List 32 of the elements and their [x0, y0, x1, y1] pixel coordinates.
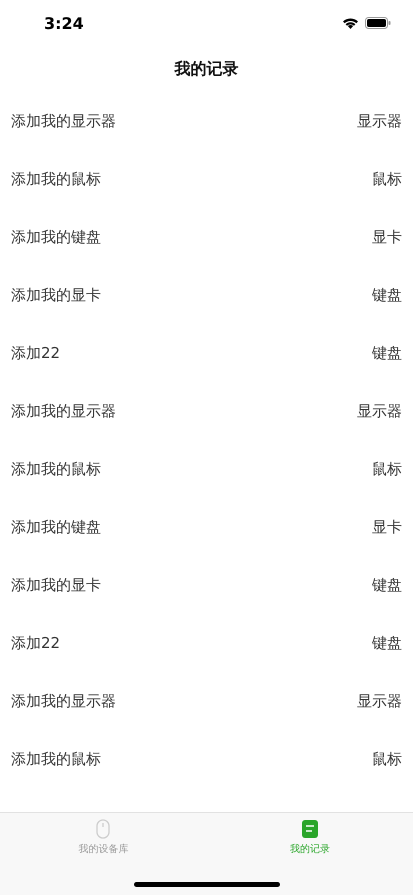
record-name: 添加我的键盘 — [11, 228, 101, 246]
record-category: 鼠标 — [372, 170, 402, 188]
wifi-icon — [342, 17, 359, 29]
record-category: 鼠标 — [372, 460, 402, 478]
record-category: 键盘 — [372, 634, 402, 652]
record-name: 添加我的鼠标 — [11, 750, 101, 768]
record-name: 添加我的显示器 — [11, 112, 116, 130]
record-name: 添加我的鼠标 — [11, 460, 101, 478]
page-title: 我的记录 — [174, 58, 238, 80]
mouse-icon — [96, 818, 110, 838]
record-category: 键盘 — [372, 576, 402, 594]
status-time: 3:24 — [44, 14, 84, 32]
record-category: 键盘 — [372, 344, 402, 362]
tab[interactable]: 我的记录 — [206, 813, 413, 861]
record-category: 键盘 — [372, 286, 402, 304]
record-category: 显卡 — [372, 518, 402, 536]
record-name: 添加22 — [11, 634, 60, 652]
record-name: 添加我的显示器 — [11, 402, 116, 420]
record-category: 显示器 — [357, 402, 402, 420]
record-category: 显卡 — [372, 228, 402, 246]
record-name: 添加我的键盘 — [11, 518, 101, 536]
tab[interactable]: 我的设备库 — [0, 813, 206, 861]
record-category: 鼠标 — [372, 750, 402, 768]
record-category: 显示器 — [357, 692, 402, 710]
record-name: 添加22 — [11, 344, 60, 362]
battery-icon — [365, 17, 391, 29]
record-name: 添加我的显卡 — [11, 286, 101, 304]
record-name: 添加我的鼠标 — [11, 170, 101, 188]
record-category: 显示器 — [357, 112, 402, 130]
record-name: 添加我的显示器 — [11, 692, 116, 710]
record-name: 添加我的显卡 — [11, 576, 101, 594]
document-icon — [300, 818, 319, 838]
